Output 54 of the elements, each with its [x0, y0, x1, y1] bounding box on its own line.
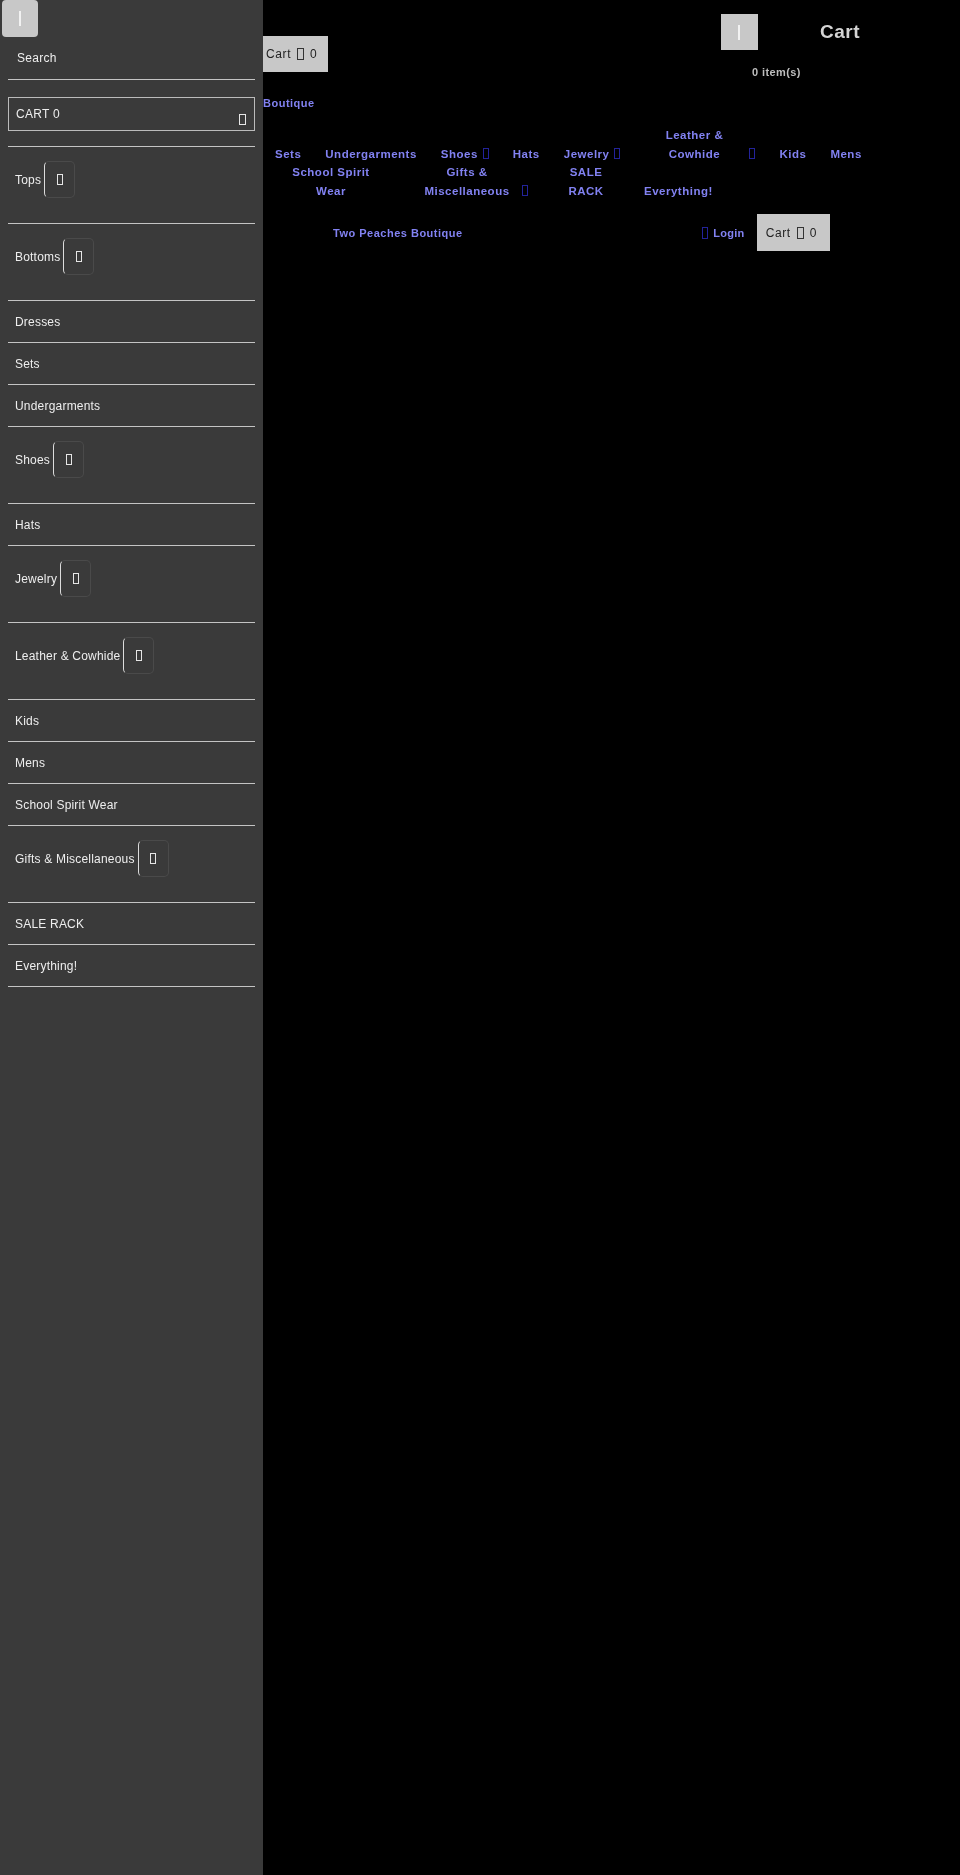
nav-link[interactable]: Leather & Cowhide — [644, 126, 745, 163]
store-name-link[interactable]: Boutique — [263, 94, 315, 112]
drawer-link[interactable]: Everything! — [8, 958, 78, 973]
vertical-line-icon — [738, 24, 741, 40]
expand-button[interactable] — [60, 560, 92, 597]
drawer-link[interactable]: Tops — [8, 172, 42, 187]
drawer-link[interactable]: SALE RACK — [8, 916, 85, 931]
missing-glyph-icon — [135, 650, 142, 661]
expand-button[interactable] — [137, 840, 169, 877]
nav-link[interactable]: Gifts & Miscellaneous — [417, 163, 517, 200]
vertical-line-icon — [19, 11, 21, 26]
missing-glyph-icon — [239, 113, 246, 125]
drawer-link[interactable]: Dresses — [8, 314, 61, 329]
nav-link[interactable]: Undergarments — [325, 144, 417, 163]
drawer-link[interactable]: Hats — [8, 517, 41, 532]
drawer-link[interactable]: Shoes — [8, 452, 51, 467]
login-link[interactable]: Login — [702, 226, 745, 239]
missing-glyph-icon — [150, 853, 157, 864]
drawer-link[interactable]: Undergarments — [8, 398, 101, 413]
missing-glyph-icon — [796, 226, 804, 239]
nav-link[interactable]: SALE RACK — [564, 163, 608, 200]
nav-link[interactable]: Shoes — [440, 144, 478, 163]
drawer-link[interactable]: Mens — [8, 755, 46, 770]
missing-glyph-icon — [702, 226, 709, 239]
missing-glyph-icon — [297, 48, 305, 60]
missing-glyph-icon — [56, 174, 63, 185]
nav-link[interactable]: School Spirit Wear — [281, 163, 381, 200]
cart-button[interactable]: Cart 0 — [263, 36, 329, 72]
drawer-link[interactable]: Bottoms — [8, 249, 61, 264]
missing-glyph-icon — [65, 454, 72, 465]
cart-button[interactable]: CART 0 — [8, 97, 255, 131]
item-count: 0 item(s) — [751, 66, 802, 78]
nav-link[interactable]: Hats — [512, 144, 540, 163]
nav-link[interactable]: Sets — [275, 144, 302, 163]
cart-button[interactable]: Cart 0 — [756, 214, 830, 251]
search-button[interactable]: Search — [8, 37, 255, 79]
drawer-link[interactable]: School Spirit Wear — [8, 797, 118, 812]
drawer-link[interactable]: Jewelry — [8, 571, 58, 586]
expand-button[interactable] — [44, 161, 76, 198]
nav-link[interactable]: Mens — [830, 144, 862, 163]
drawer-link[interactable]: Kids — [8, 713, 40, 728]
store-name-link[interactable]: Two Peaches Boutique — [333, 226, 463, 239]
nav-link[interactable]: Everything! — [644, 181, 713, 200]
cart-title: Cart — [820, 21, 860, 43]
missing-glyph-icon — [75, 251, 82, 262]
drawer-link[interactable]: Gifts & Miscellaneous — [8, 851, 135, 866]
expand-button[interactable] — [123, 637, 155, 674]
expand-button[interactable] — [63, 238, 95, 275]
drawer-link[interactable]: Sets — [8, 356, 40, 371]
nav-link[interactable]: Jewelry — [563, 144, 610, 163]
drawer-link[interactable]: Leather & Cowhide — [8, 648, 121, 663]
nav-link[interactable]: Kids — [779, 144, 807, 163]
missing-glyph-icon — [72, 573, 79, 584]
expand-button[interactable] — [53, 441, 85, 478]
